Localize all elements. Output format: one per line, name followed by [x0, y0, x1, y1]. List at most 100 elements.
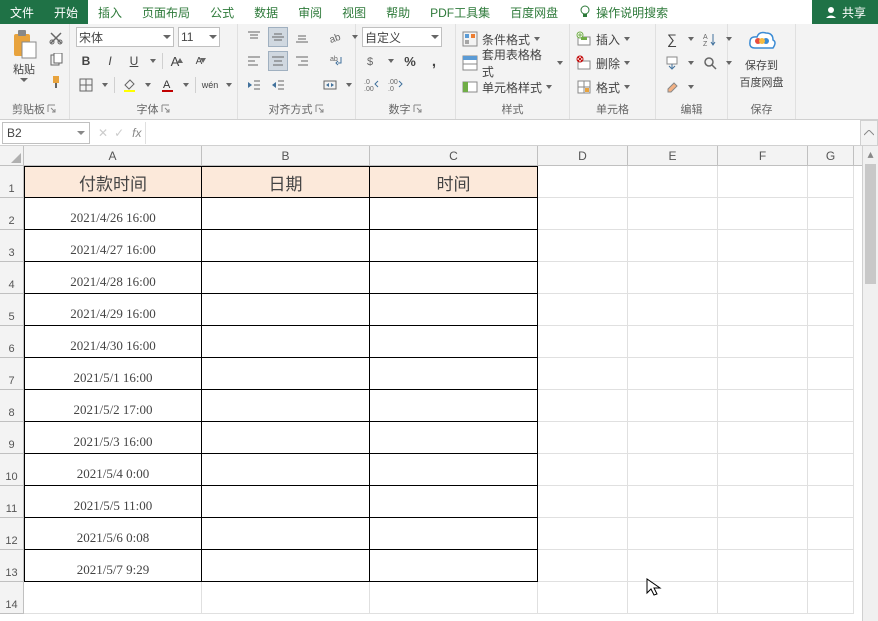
tab-baidu-disk[interactable]: 百度网盘 — [500, 0, 568, 24]
accounting-format-button[interactable]: $ — [362, 51, 382, 71]
cell[interactable] — [538, 390, 628, 422]
accept-formula-button[interactable]: ✓ — [114, 126, 124, 140]
increase-indent-button[interactable] — [268, 75, 288, 95]
decrease-font-button[interactable]: A — [191, 51, 211, 71]
cell[interactable] — [538, 294, 628, 326]
cell[interactable] — [628, 230, 718, 262]
dialog-launcher-icon[interactable] — [47, 104, 57, 114]
cell[interactable] — [808, 230, 854, 262]
fill-button[interactable] — [662, 53, 682, 73]
cell[interactable] — [202, 486, 370, 518]
cell[interactable] — [202, 198, 370, 230]
column-header[interactable]: G — [808, 146, 854, 165]
cell[interactable]: 2021/4/27 16:00 — [24, 230, 202, 262]
row-header[interactable]: 8 — [0, 390, 24, 422]
cell[interactable]: 2021/5/7 9:29 — [24, 550, 202, 582]
tab-home[interactable]: 开始 — [44, 0, 88, 24]
cell[interactable] — [370, 262, 538, 294]
percent-button[interactable]: % — [400, 51, 420, 71]
insert-cells-button[interactable]: 插入 — [576, 28, 630, 50]
row-header[interactable]: 2 — [0, 198, 24, 230]
share-button[interactable]: 共享 — [812, 0, 878, 24]
underline-dropdown[interactable] — [148, 59, 158, 63]
tab-view[interactable]: 视图 — [332, 0, 376, 24]
cell-style-button[interactable]: 单元格样式 — [462, 76, 563, 98]
cell[interactable] — [718, 262, 808, 294]
cell[interactable] — [370, 582, 538, 614]
italic-button[interactable]: I — [100, 51, 120, 71]
row-header[interactable]: 1 — [0, 166, 24, 198]
cell[interactable] — [202, 422, 370, 454]
row-header[interactable]: 7 — [0, 358, 24, 390]
cell[interactable] — [628, 358, 718, 390]
table-format-button[interactable]: 套用表格格式 — [462, 52, 563, 74]
delete-cells-button[interactable]: 删除 — [576, 52, 630, 74]
cell[interactable] — [202, 230, 370, 262]
cell[interactable] — [808, 198, 854, 230]
cell[interactable] — [370, 198, 538, 230]
cell[interactable] — [538, 166, 628, 198]
cell[interactable]: 时间 — [370, 166, 538, 198]
cell[interactable]: 日期 — [202, 166, 370, 198]
cell[interactable]: 2021/5/2 17:00 — [24, 390, 202, 422]
cell[interactable]: 付款时间 — [24, 166, 202, 198]
align-center-button[interactable] — [268, 51, 288, 71]
cell[interactable] — [202, 518, 370, 550]
cell[interactable] — [628, 454, 718, 486]
cell[interactable] — [718, 358, 808, 390]
scroll-up-button[interactable]: ▴ — [863, 146, 878, 162]
collapse-ribbon-button[interactable] — [860, 120, 878, 146]
cell[interactable] — [538, 486, 628, 518]
cell[interactable] — [370, 486, 538, 518]
cell[interactable] — [808, 582, 854, 614]
row-header[interactable]: 11 — [0, 486, 24, 518]
decrease-indent-button[interactable] — [244, 75, 264, 95]
column-header[interactable]: E — [628, 146, 718, 165]
cell[interactable] — [202, 390, 370, 422]
cell[interactable] — [808, 518, 854, 550]
cell[interactable] — [202, 454, 370, 486]
align-top-button[interactable] — [244, 27, 264, 47]
font-name-combo[interactable]: 宋体 — [76, 27, 174, 47]
column-header[interactable]: B — [202, 146, 370, 165]
cell[interactable] — [808, 454, 854, 486]
tab-formula[interactable]: 公式 — [200, 0, 244, 24]
cell[interactable] — [628, 166, 718, 198]
border-button[interactable] — [76, 75, 96, 95]
cell[interactable] — [370, 390, 538, 422]
fx-icon[interactable]: fx — [132, 126, 141, 140]
cell[interactable] — [538, 422, 628, 454]
tab-file[interactable]: 文件 — [0, 0, 44, 24]
increase-decimal-button[interactable]: .0.00 — [362, 75, 382, 95]
cell[interactable] — [202, 582, 370, 614]
cell[interactable] — [370, 550, 538, 582]
row-header[interactable]: 6 — [0, 326, 24, 358]
cell[interactable]: 2021/5/4 0:00 — [24, 454, 202, 486]
cell[interactable] — [202, 358, 370, 390]
cell[interactable] — [370, 294, 538, 326]
cell[interactable] — [628, 582, 718, 614]
cell[interactable] — [202, 294, 370, 326]
row-header[interactable]: 13 — [0, 550, 24, 582]
cell[interactable] — [202, 550, 370, 582]
tell-me[interactable]: 操作说明搜索 — [568, 0, 678, 24]
cell[interactable] — [628, 262, 718, 294]
cell[interactable] — [202, 326, 370, 358]
format-painter-button[interactable] — [46, 72, 66, 92]
formula-bar[interactable] — [145, 122, 860, 144]
tab-pdf-tools[interactable]: PDF工具集 — [420, 0, 500, 24]
vertical-scrollbar[interactable]: ▴ — [862, 146, 878, 621]
cell[interactable] — [718, 166, 808, 198]
select-all-button[interactable] — [0, 146, 24, 165]
increase-font-button[interactable]: A — [167, 51, 187, 71]
cell[interactable]: 2021/4/26 16:00 — [24, 198, 202, 230]
font-color-dropdown[interactable] — [181, 83, 191, 87]
clear-dropdown[interactable] — [686, 85, 696, 89]
cell[interactable] — [538, 358, 628, 390]
cell[interactable] — [808, 294, 854, 326]
cut-button[interactable] — [46, 28, 66, 48]
align-middle-button[interactable] — [268, 27, 288, 47]
align-bottom-button[interactable] — [292, 27, 312, 47]
tab-data[interactable]: 数据 — [244, 0, 288, 24]
clear-button[interactable] — [662, 77, 682, 97]
